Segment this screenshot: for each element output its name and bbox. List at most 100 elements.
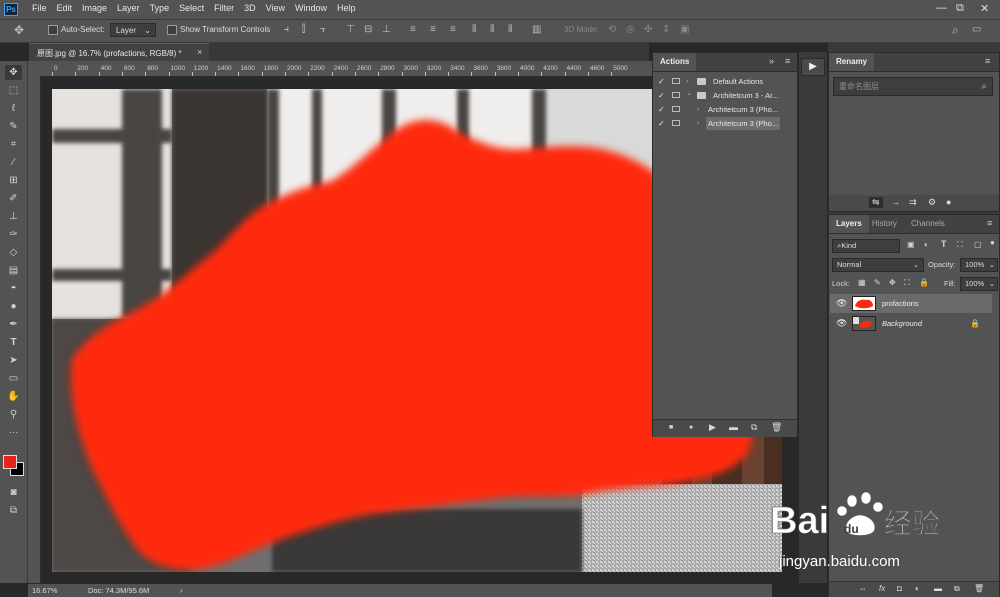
lock-transparent-icon[interactable]: ▦ <box>858 278 866 287</box>
info-icon[interactable]: ● <box>946 197 951 207</box>
history-brush-icon[interactable]: ✑ <box>5 227 22 242</box>
workspace-icon[interactable]: ▭ <box>972 24 981 35</box>
dialog-toggle-icon[interactable] <box>672 78 680 84</box>
tab-renamy[interactable]: Renamy <box>829 53 875 71</box>
align-middle-icon[interactable]: ⊟ <box>364 24 372 35</box>
menu-filter[interactable]: Filter <box>214 3 234 13</box>
pen-icon[interactable]: ✒ <box>5 317 22 332</box>
panel-menu-icon[interactable]: ≡ <box>987 218 992 228</box>
screen-mode-icon[interactable]: ⧉ <box>5 503 22 518</box>
menu-help[interactable]: Help <box>337 3 356 13</box>
action-row-item-selected[interactable]: ✓ › Architetcum 3 (Pho... <box>653 117 797 130</box>
lasso-icon[interactable]: ℓ <box>5 101 22 116</box>
action-row-item[interactable]: ✓ › Architetcum 3 (Pho... <box>653 103 797 116</box>
eye-icon[interactable]: 👁 <box>836 294 847 313</box>
distribute-hcenter-icon[interactable]: ⦀ <box>490 24 494 35</box>
adjustment-layer-icon[interactable]: ◐ <box>915 584 920 593</box>
blur-icon[interactable]: ◓ <box>5 281 22 296</box>
new-group-icon[interactable]: ▬ <box>934 584 942 593</box>
action-row-default[interactable]: ✓ › Default Actions <box>653 75 797 88</box>
filter-pixel-icon[interactable]: ▣ <box>907 240 915 249</box>
rectangle-icon[interactable]: ▭ <box>5 371 22 386</box>
3d-scale-icon[interactable]: ▣ <box>680 24 689 35</box>
lock-artboard-icon[interactable]: ⛶ <box>904 278 910 288</box>
align-bottom-icon[interactable]: ⊥ <box>382 24 391 35</box>
stamp-icon[interactable]: ⊥ <box>5 209 22 224</box>
eraser-icon[interactable]: ◇ <box>5 245 22 260</box>
collapse-icon[interactable]: » <box>769 56 774 66</box>
filter-smart-icon[interactable]: ▢ <box>974 240 982 249</box>
3d-roll-icon[interactable]: ◎ <box>626 24 635 35</box>
dialog-toggle-icon[interactable] <box>672 92 680 98</box>
new-layer-icon[interactable]: ⧉ <box>954 584 960 594</box>
menu-window[interactable]: Window <box>295 3 327 13</box>
auto-select-target-dropdown[interactable]: Layer ⌄ <box>110 23 156 37</box>
align-top-icon[interactable]: ⊤ <box>346 24 355 35</box>
more-icon[interactable]: ··· <box>5 425 22 440</box>
search-icon[interactable]: ⌕ <box>981 78 987 95</box>
gear-icon[interactable]: ⚙ <box>928 197 936 208</box>
quick-mask-icon[interactable]: ◙ <box>5 485 22 500</box>
filter-type-icon[interactable]: T <box>941 239 947 249</box>
distribute-right-icon[interactable]: ⦀ <box>508 24 512 35</box>
toggle-check-icon[interactable]: ✓ <box>658 89 665 102</box>
opacity-input[interactable]: 100% ⌄ <box>960 258 998 272</box>
distribute-top-icon[interactable]: ≡ <box>410 24 416 35</box>
layer-row-profactions[interactable]: 👁 profactions <box>830 294 992 313</box>
document-close-icon[interactable]: × <box>197 47 202 57</box>
fx-icon[interactable]: fx <box>879 584 885 593</box>
action-row-set[interactable]: ✓ ⌄ Architetcum 3 - Ar... <box>653 89 797 102</box>
menu-layer[interactable]: Layer <box>117 3 140 13</box>
menu-3d[interactable]: 3D <box>244 3 256 13</box>
twirl-icon[interactable]: › <box>697 103 699 116</box>
twirl-icon[interactable]: › <box>697 117 699 130</box>
vertical-ruler[interactable] <box>28 76 41 583</box>
show-transform-checkbox[interactable]: Show Transform Controls <box>167 25 270 35</box>
menu-image[interactable]: Image <box>82 3 107 13</box>
distribute-left-icon[interactable]: ⦀ <box>472 24 476 35</box>
new-set-icon[interactable]: ▬ <box>729 422 738 432</box>
toggle-check-icon[interactable]: ✓ <box>658 117 665 130</box>
close-window-button[interactable]: ✕ <box>980 2 989 15</box>
lock-pixels-icon[interactable]: ✎ <box>874 278 881 287</box>
dialog-toggle-icon[interactable] <box>672 120 680 126</box>
auto-select-checkbox[interactable]: Auto-Select: <box>48 25 105 35</box>
eye-icon[interactable]: 👁 <box>836 314 847 333</box>
play-icon[interactable]: ▶ <box>801 58 825 76</box>
zoom-level[interactable]: 16.67% <box>32 586 57 595</box>
3d-rotate-icon[interactable]: ⟲ <box>608 24 616 35</box>
stop-icon[interactable]: ■ <box>669 424 673 431</box>
filter-shape-icon[interactable]: ⛶ <box>957 240 963 250</box>
align-right-icon[interactable]: ⫟ <box>320 24 326 35</box>
layer-filter-dropdown[interactable]: ⌕Kind <box>832 239 900 253</box>
align-center-icon[interactable]: ⫿ <box>302 24 305 35</box>
search-icon[interactable]: ⌕ <box>952 23 959 38</box>
tab-layers[interactable]: Layers <box>829 215 869 233</box>
blend-mode-dropdown[interactable]: Normal ⌄ <box>832 258 924 272</box>
distribute-bottom-icon[interactable]: ≡ <box>450 24 456 35</box>
dialog-toggle-icon[interactable] <box>672 106 680 112</box>
toggle-check-icon[interactable]: ✓ <box>658 75 665 88</box>
restore-button[interactable]: ⧉ <box>956 2 964 15</box>
auto-align-icon[interactable]: ▥ <box>532 24 541 35</box>
layer-name[interactable]: Background <box>882 314 922 333</box>
path-select-icon[interactable]: ➤ <box>5 353 22 368</box>
foreground-color-swatch[interactable] <box>3 455 17 469</box>
new-action-icon[interactable]: ⧉ <box>751 422 757 433</box>
3d-pan-icon[interactable]: ✣ <box>644 24 652 35</box>
status-arrow-icon[interactable]: › <box>180 586 183 595</box>
delete-layer-icon[interactable]: 🗑 <box>974 584 984 593</box>
align-left-icon[interactable]: ⫞ <box>284 24 289 35</box>
zoom-icon[interactable]: ⚲ <box>5 407 22 422</box>
move-icon[interactable]: ✥ <box>5 65 22 80</box>
panel-menu-icon[interactable]: ≡ <box>785 56 790 66</box>
menu-file[interactable]: File <box>32 3 47 13</box>
lock-position-icon[interactable]: ✥ <box>889 278 896 287</box>
record-icon[interactable]: ● <box>689 424 693 431</box>
swap-icon[interactable]: ⇋ <box>869 197 883 208</box>
tab-history[interactable]: History <box>865 215 904 233</box>
minimize-button[interactable]: — <box>936 2 947 14</box>
horizontal-ruler[interactable]: 0 200 400 600 800 1000 1200 1400 1600 1800 2000 220… <box>40 61 652 77</box>
document-tab[interactable]: 原图.jpg @ 16.7% (profactions, RGB/8) * × <box>29 43 209 62</box>
layer-row-background[interactable]: 👁 Background 🔒 <box>830 314 992 333</box>
